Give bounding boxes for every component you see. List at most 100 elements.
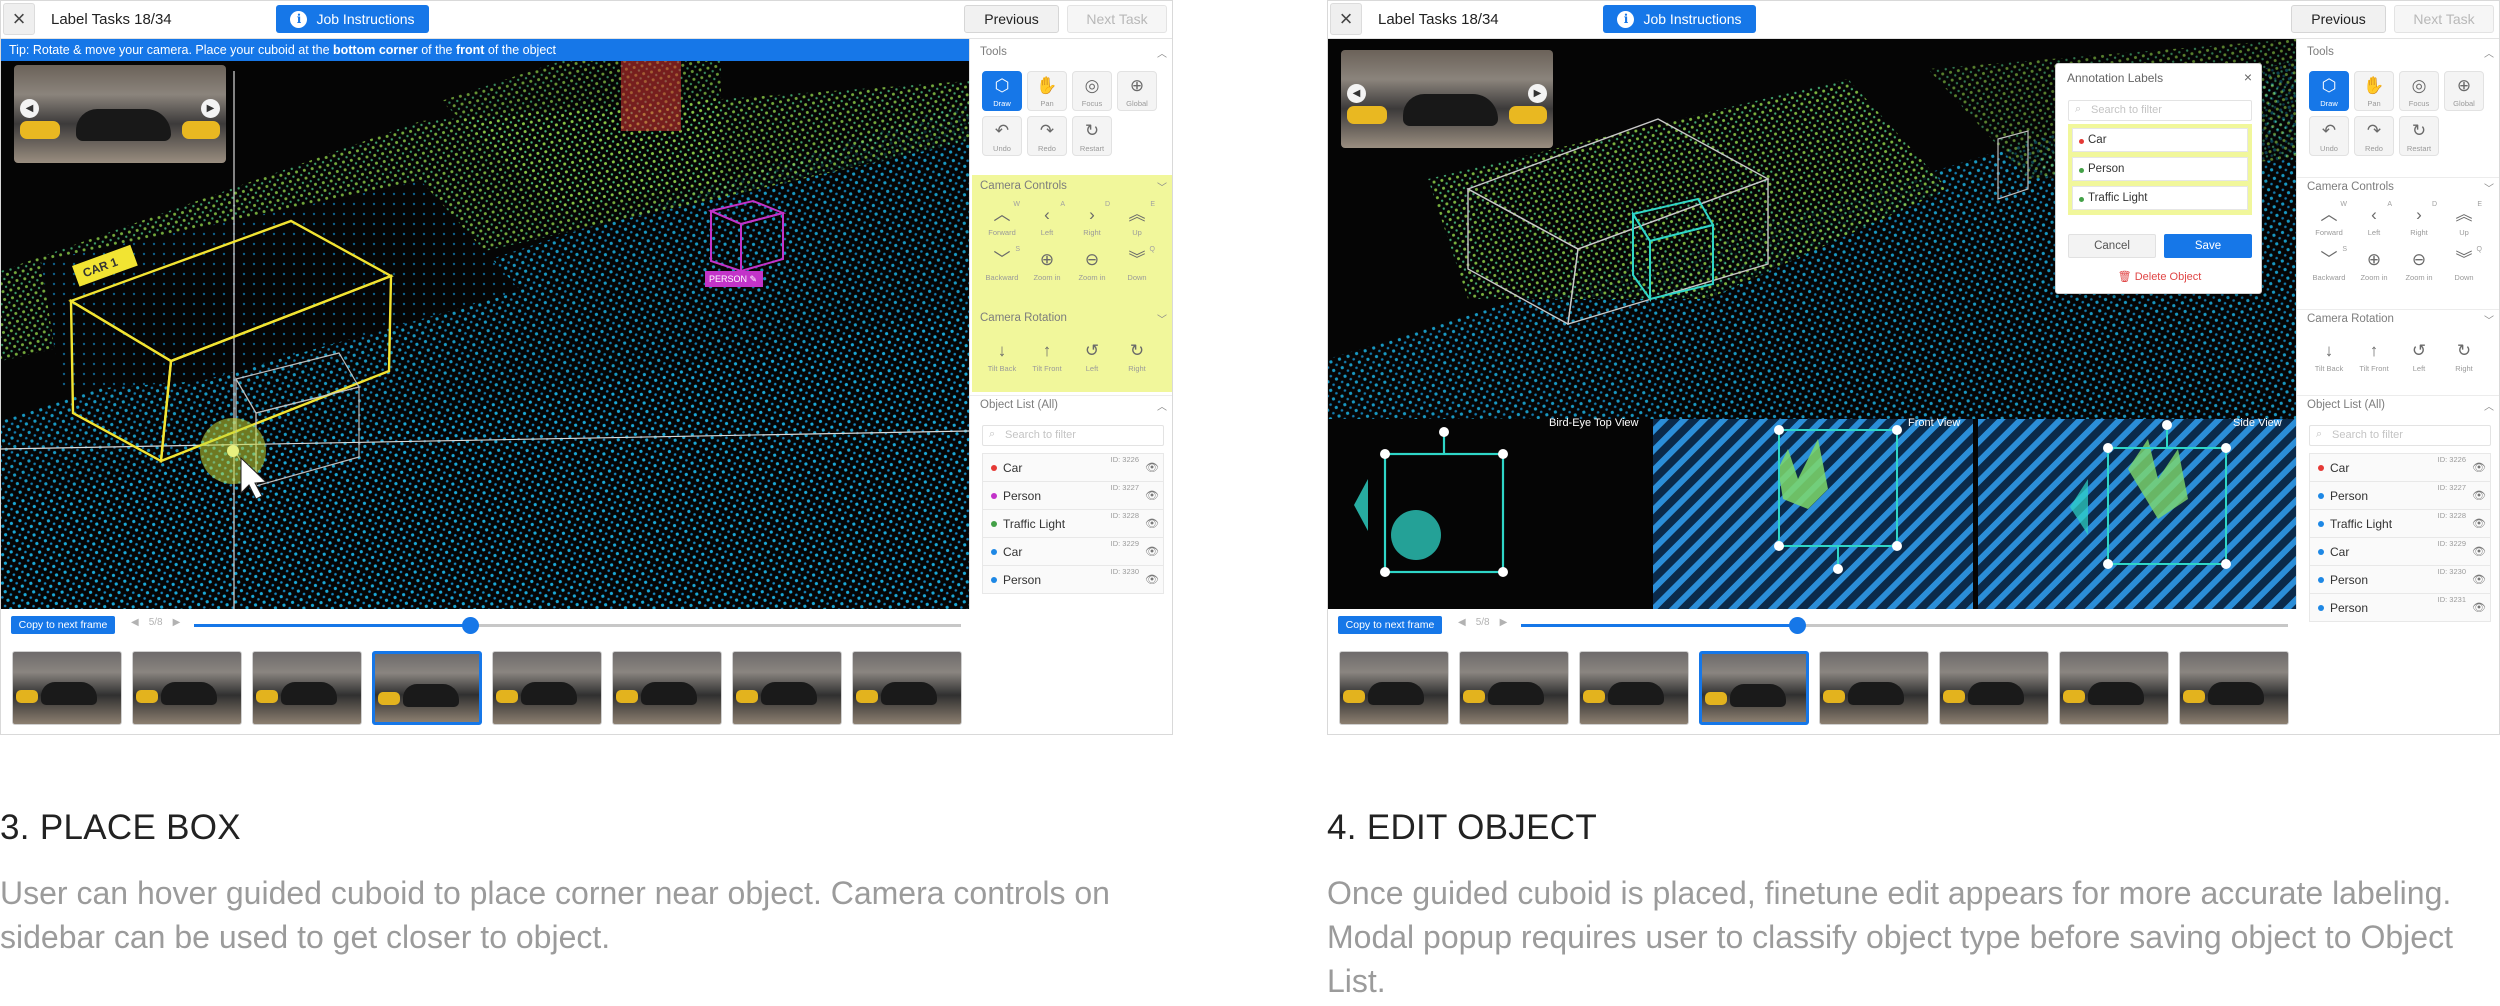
- rot-tilt-back[interactable]: ↓ Tilt Back: [2309, 337, 2349, 377]
- cam-left[interactable]: A ‹ Left: [2354, 201, 2394, 241]
- prev-camera-button[interactable]: ◀: [20, 99, 39, 118]
- frame-thumbnail[interactable]: [852, 651, 962, 725]
- tool-focus[interactable]: ◎ Focus: [1072, 71, 1112, 111]
- copy-to-next-frame-button[interactable]: Copy to next frame: [1338, 616, 1442, 634]
- frame-thumbnail[interactable]: [732, 651, 842, 725]
- rot-tilt-back[interactable]: ↓ Tilt Back: [982, 337, 1022, 377]
- slider-handle[interactable]: [462, 617, 480, 634]
- close-button[interactable]: ×: [1330, 3, 1362, 35]
- cancel-button[interactable]: Cancel: [2068, 234, 2156, 258]
- next-camera-button[interactable]: ▶: [1528, 84, 1547, 103]
- frame-thumbnail-selected[interactable]: [1699, 651, 1809, 725]
- cam-down[interactable]: Q ︾ Down: [1117, 246, 1157, 286]
- cam-zoom-out[interactable]: ⊖ Zoom in: [2399, 246, 2439, 286]
- object-row[interactable]: Traffic Light ID: 3228 👁: [982, 509, 1164, 538]
- frame-thumbnail[interactable]: [1819, 651, 1929, 725]
- rot-left[interactable]: ↺ Left: [2399, 337, 2439, 377]
- modal-close-button[interactable]: ×: [2244, 69, 2252, 85]
- tools-heading[interactable]: Tools ︿: [970, 43, 1172, 63]
- prev-frame-icon[interactable]: ◀: [131, 617, 139, 628]
- object-row[interactable]: Car ID: 3226 👁: [2309, 453, 2491, 482]
- frame-thumbnail[interactable]: [612, 651, 722, 725]
- tools-heading[interactable]: Tools ︿: [2297, 43, 2499, 63]
- tool-global[interactable]: ⊕ Global: [1117, 71, 1157, 111]
- object-list-heading[interactable]: Object List (All) ︿: [970, 395, 1172, 415]
- camera-controls-heading[interactable]: Camera Controls ﹀: [970, 177, 1172, 197]
- prev-camera-button[interactable]: ◀: [1347, 84, 1366, 103]
- cam-left[interactable]: A ‹ Left: [1027, 201, 1067, 241]
- object-row[interactable]: Person ID: 3227 👁: [982, 481, 1164, 510]
- frame-thumbnail-selected[interactable]: [372, 651, 482, 725]
- frame-thumbnail[interactable]: [252, 651, 362, 725]
- next-frame-icon[interactable]: ▶: [173, 617, 181, 628]
- cam-backward[interactable]: S ﹀ Backward: [982, 246, 1022, 286]
- tool-pan[interactable]: ✋ Pan: [1027, 71, 1067, 111]
- frame-thumbnail[interactable]: [1339, 651, 1449, 725]
- tool-draw[interactable]: ⬡ Draw: [2309, 71, 2349, 111]
- slider-handle[interactable]: [1789, 617, 1807, 634]
- previous-button[interactable]: Previous: [2291, 5, 2386, 33]
- label-option-traffic-light[interactable]: Traffic Light: [2072, 186, 2248, 210]
- tool-restart[interactable]: ↻ Restart: [2399, 116, 2439, 156]
- object-list-heading[interactable]: Object List (All) ︿: [2297, 395, 2499, 415]
- cam-right[interactable]: D › Right: [1072, 201, 1112, 241]
- cam-right[interactable]: D › Right: [2399, 201, 2439, 241]
- rot-right[interactable]: ↻ Right: [1117, 337, 1157, 377]
- tool-draw[interactable]: ⬡ Draw: [982, 71, 1022, 111]
- tool-redo[interactable]: ↷ Redo: [1027, 116, 1067, 156]
- job-instructions-button[interactable]: i Job Instructions: [276, 5, 429, 33]
- prev-frame-icon[interactable]: ◀: [1458, 617, 1466, 628]
- camera-controls-heading[interactable]: Camera Controls ﹀: [2297, 177, 2499, 197]
- object-row[interactable]: Car ID: 3229 👁: [982, 537, 1164, 566]
- object-filter-input[interactable]: ⌕ Search to filter: [982, 425, 1164, 446]
- object-row[interactable]: Person ID: 3230 👁: [982, 565, 1164, 594]
- cam-up[interactable]: E ︽ Up: [1117, 201, 1157, 241]
- next-frame-icon[interactable]: ▶: [1500, 617, 1508, 628]
- cam-zoom-in[interactable]: ⊕ Zoom in: [2354, 246, 2394, 286]
- frame-slider[interactable]: [1521, 617, 2288, 634]
- tool-undo[interactable]: ↶ Undo: [2309, 116, 2349, 156]
- rot-left[interactable]: ↺ Left: [1072, 337, 1112, 377]
- rot-right[interactable]: ↻ Right: [2444, 337, 2484, 377]
- tool-pan[interactable]: ✋ Pan: [2354, 71, 2394, 111]
- frame-thumbnail[interactable]: [1939, 651, 2049, 725]
- object-row[interactable]: Car ID: 3226 👁: [982, 453, 1164, 482]
- frame-thumbnail[interactable]: [1459, 651, 1569, 725]
- frame-thumbnail[interactable]: [2179, 651, 2289, 725]
- tool-global[interactable]: ⊕ Global: [2444, 71, 2484, 111]
- copy-to-next-frame-button[interactable]: Copy to next frame: [11, 616, 115, 634]
- delete-object-button[interactable]: 🗑 Delete Object: [2056, 270, 2263, 283]
- object-filter-input[interactable]: ⌕ Search to filter: [2309, 425, 2491, 446]
- next-camera-button[interactable]: ▶: [201, 99, 220, 118]
- cam-zoom-out[interactable]: ⊖ Zoom in: [1072, 246, 1112, 286]
- previous-button[interactable]: Previous: [964, 5, 1059, 33]
- camera-thumbnail[interactable]: ◀ ▶: [1341, 50, 1553, 148]
- camera-thumbnail[interactable]: ◀ ▶: [14, 65, 226, 163]
- frame-thumbnail[interactable]: [132, 651, 242, 725]
- modal-filter-input[interactable]: ⌕ Search to filter: [2068, 100, 2252, 121]
- frame-thumbnail[interactable]: [1579, 651, 1689, 725]
- object-row[interactable]: Person ID: 3230 👁: [2309, 565, 2491, 594]
- frame-thumbnail[interactable]: [492, 651, 602, 725]
- object-row[interactable]: Traffic Light ID: 3228 👁: [2309, 509, 2491, 538]
- label-option-car[interactable]: Car: [2072, 128, 2248, 152]
- close-button[interactable]: ×: [3, 3, 35, 35]
- tool-restart[interactable]: ↻ Restart: [1072, 116, 1112, 156]
- tool-redo[interactable]: ↷ Redo: [2354, 116, 2394, 156]
- rot-tilt-front[interactable]: ↑ Tilt Front: [1027, 337, 1067, 377]
- next-task-button[interactable]: Next Task: [1067, 5, 1167, 33]
- label-option-person[interactable]: Person: [2072, 157, 2248, 181]
- frame-thumbnail[interactable]: [12, 651, 122, 725]
- cam-zoom-in[interactable]: ⊕ Zoom in: [1027, 246, 1067, 286]
- frame-slider[interactable]: [194, 617, 961, 634]
- cam-down[interactable]: Q ︾ Down: [2444, 246, 2484, 286]
- rot-tilt-front[interactable]: ↑ Tilt Front: [2354, 337, 2394, 377]
- cam-forward[interactable]: W ︿ Forward: [2309, 201, 2349, 241]
- person-label-tag[interactable]: PERSON ✎: [705, 271, 763, 287]
- next-task-button[interactable]: Next Task: [2394, 5, 2494, 33]
- object-row[interactable]: Person ID: 3227 👁: [2309, 481, 2491, 510]
- camera-rotation-heading[interactable]: Camera Rotation ﹀: [970, 309, 1172, 329]
- frame-thumbnail[interactable]: [2059, 651, 2169, 725]
- save-button[interactable]: Save: [2164, 234, 2252, 258]
- cam-forward[interactable]: W ︿ Forward: [982, 201, 1022, 241]
